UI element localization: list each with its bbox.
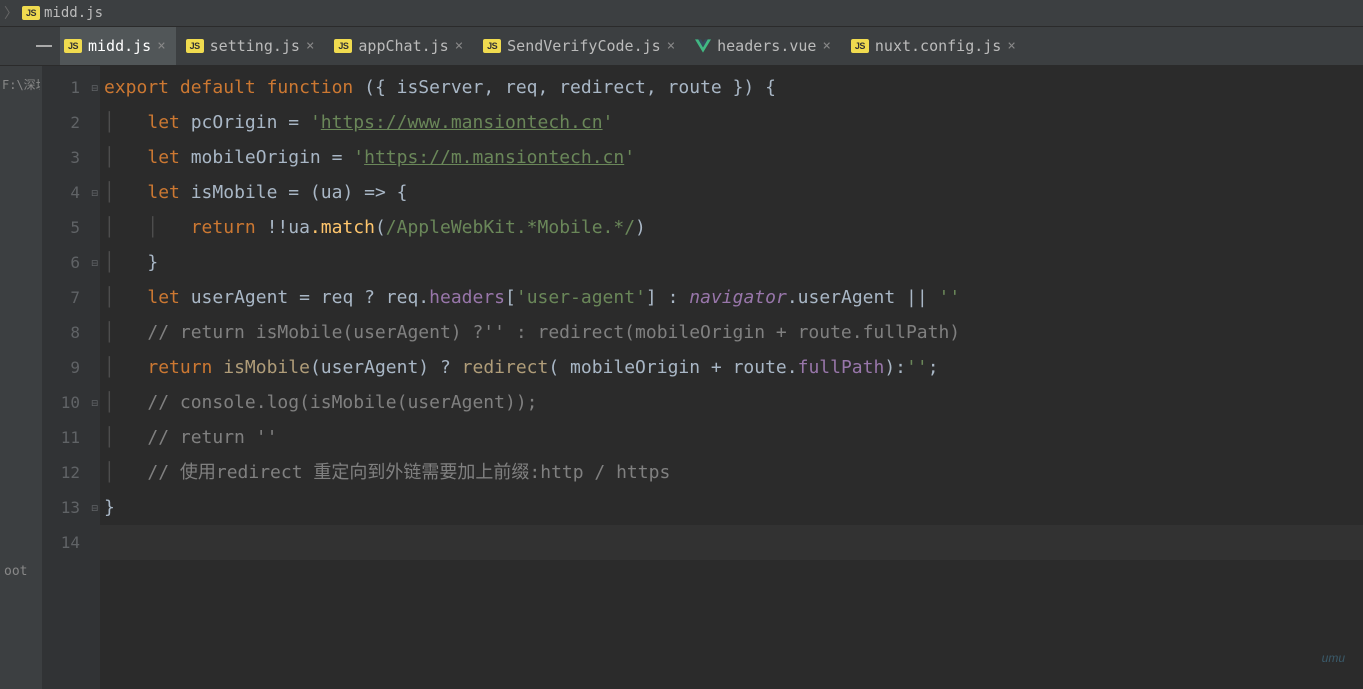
line-number[interactable]: 3 xyxy=(42,140,100,175)
watermark: umu xyxy=(1322,651,1345,665)
code-line[interactable]: │ // return isMobile(userAgent) ?'' : re… xyxy=(100,315,1363,350)
breadcrumb-bar: 〉 JS midd.js xyxy=(0,0,1363,27)
close-icon[interactable]: × xyxy=(306,38,314,54)
code-line[interactable]: │ // return '' xyxy=(100,420,1363,455)
js-file-icon: JS xyxy=(186,39,204,53)
collapse-icon[interactable] xyxy=(36,45,52,47)
code-line[interactable]: │ return isMobile(userAgent) ? redirect(… xyxy=(100,350,1363,385)
tab-setting-js[interactable]: JS setting.js × xyxy=(176,27,325,65)
close-icon[interactable]: × xyxy=(667,38,675,54)
code-line[interactable]: │ // console.log(isMobile(userAgent)); xyxy=(100,385,1363,420)
code-line[interactable]: │ let userAgent = req ? req.headers['use… xyxy=(100,280,1363,315)
breadcrumb-sep: 〉 xyxy=(4,3,18,23)
side-gutter: F:\深圳 oot xyxy=(0,66,42,689)
tab-nuxt-config-js[interactable]: JS nuxt.config.js × xyxy=(841,27,1026,65)
js-file-icon: JS xyxy=(483,39,501,53)
js-file-icon: JS xyxy=(851,39,869,53)
tab-label: appChat.js xyxy=(358,37,448,55)
line-number[interactable]: 6⊟ xyxy=(42,245,100,280)
line-number[interactable]: 4⊟ xyxy=(42,175,100,210)
editor-tab-strip: JS midd.js × JS setting.js × JS appChat.… xyxy=(0,27,1363,66)
fold-open-icon[interactable]: ⊟ xyxy=(91,70,98,105)
tab-midd-js[interactable]: JS midd.js × xyxy=(54,27,176,65)
line-number[interactable]: 13⊟ xyxy=(42,490,100,525)
code-line[interactable]: } xyxy=(100,490,1363,525)
tab-label: SendVerifyCode.js xyxy=(507,37,661,55)
close-icon[interactable]: × xyxy=(822,38,830,54)
code-line[interactable]: │ │ return !!ua.match(/AppleWebKit.*Mobi… xyxy=(100,210,1363,245)
side-root-label: oot xyxy=(4,564,27,579)
vue-file-icon xyxy=(695,39,711,53)
code-line[interactable]: │ let mobileOrigin = 'https://m.mansiont… xyxy=(100,140,1363,175)
js-file-icon: JS xyxy=(22,6,40,20)
code-line[interactable]: │ // 使用redirect 重定向到外链需要加上前缀:http / http… xyxy=(100,455,1363,490)
close-icon[interactable]: × xyxy=(157,38,165,54)
code-line[interactable] xyxy=(100,525,1363,560)
line-number[interactable]: 12 xyxy=(42,455,100,490)
tab-headers-vue[interactable]: headers.vue × xyxy=(685,27,841,65)
tab-label: headers.vue xyxy=(717,37,816,55)
tab-label: midd.js xyxy=(88,37,151,55)
line-number[interactable]: 8 xyxy=(42,315,100,350)
side-path-fragment: F:\深圳 xyxy=(2,76,40,93)
fold-open-icon[interactable]: ⊟ xyxy=(91,175,98,210)
line-number[interactable]: 11 xyxy=(42,420,100,455)
breadcrumb-file[interactable]: JS midd.js xyxy=(22,5,103,21)
line-number[interactable]: 2 xyxy=(42,105,100,140)
line-number[interactable]: 9 xyxy=(42,350,100,385)
line-number[interactable]: 5 xyxy=(42,210,100,245)
line-number-gutter: 1⊟ 2 3 4⊟ 5 6⊟ 7 8 9 10⊟ 11 12 13⊟ 14 xyxy=(42,66,100,689)
breadcrumb-file-label: midd.js xyxy=(44,5,103,21)
tab-sendverifycode-js[interactable]: JS SendVerifyCode.js × xyxy=(473,27,685,65)
js-file-icon: JS xyxy=(64,39,82,53)
code-line[interactable]: │ let pcOrigin = 'https://www.mansiontec… xyxy=(100,105,1363,140)
tab-label: setting.js xyxy=(210,37,300,55)
line-number[interactable]: 1⊟ xyxy=(42,70,100,105)
tab-gutter xyxy=(0,27,60,65)
editor-body: F:\深圳 oot 1⊟ 2 3 4⊟ 5 6⊟ 7 8 9 10⊟ 11 12… xyxy=(0,66,1363,689)
fold-close-icon[interactable]: ⊟ xyxy=(91,490,98,525)
code-line[interactable]: export default function ({ isServer, req… xyxy=(100,70,1363,105)
code-line[interactable]: │ } xyxy=(100,245,1363,280)
js-file-icon: JS xyxy=(334,39,352,53)
tab-label: nuxt.config.js xyxy=(875,37,1001,55)
fold-close-icon[interactable]: ⊟ xyxy=(91,245,98,280)
code-line[interactable]: │ let isMobile = (ua) => { xyxy=(100,175,1363,210)
line-number[interactable]: 7 xyxy=(42,280,100,315)
line-number[interactable]: 14 xyxy=(42,525,100,560)
fold-close-icon[interactable]: ⊟ xyxy=(91,385,98,420)
line-number[interactable]: 10⊟ xyxy=(42,385,100,420)
code-editor[interactable]: export default function ({ isServer, req… xyxy=(100,66,1363,689)
tab-appchat-js[interactable]: JS appChat.js × xyxy=(324,27,473,65)
close-icon[interactable]: × xyxy=(455,38,463,54)
close-icon[interactable]: × xyxy=(1007,38,1015,54)
